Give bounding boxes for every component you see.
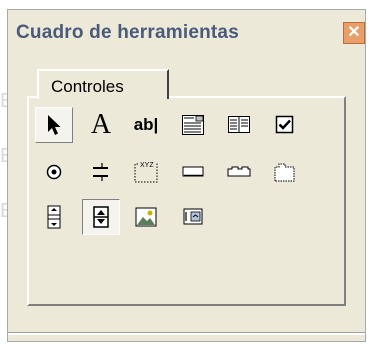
toolbox-window: Cuadro de herramientas ✕ Controles A ab| (7, 9, 366, 342)
textbox-icon: ab| (133, 115, 159, 134)
window-bottom-edge (8, 332, 365, 335)
textbox-tool-button[interactable]: ab| (127, 107, 165, 143)
frame-tool-button[interactable]: XYZ (127, 154, 165, 190)
listbox-icon (228, 116, 250, 133)
tab-label: Controles (51, 77, 124, 96)
close-button[interactable]: ✕ (343, 22, 365, 44)
tabstrip-icon (227, 166, 251, 177)
command-button-icon (182, 166, 204, 177)
refedit-icon (183, 208, 203, 225)
multipage-icon (274, 163, 295, 182)
toggle-button-tool-button[interactable] (82, 154, 120, 190)
scrollbar-tool-button[interactable] (35, 199, 73, 235)
image-icon (135, 207, 157, 227)
title-bar[interactable]: Cuadro de herramientas ✕ (8, 10, 365, 50)
spinbutton-icon (93, 206, 109, 228)
listbox-tool-button[interactable] (220, 107, 258, 143)
refedit-tool-button[interactable] (174, 199, 212, 235)
checkbox-tool-button[interactable] (266, 107, 304, 143)
multipage-tool-button[interactable] (266, 154, 304, 190)
toggle-button-icon (93, 163, 108, 181)
tabstrip-tool-button[interactable] (220, 154, 258, 190)
tab-controles[interactable]: Controles (37, 69, 169, 99)
command-button-tool-button[interactable] (174, 154, 212, 190)
scrollbar-icon (47, 205, 61, 229)
frame-icon: XYZ (134, 162, 158, 183)
label-tool-button[interactable]: A (82, 107, 120, 143)
label-icon: A (90, 109, 112, 140)
spinbutton-tool-button[interactable] (82, 199, 120, 235)
option-button-tool-button[interactable] (35, 154, 73, 190)
select-pointer-icon (48, 115, 61, 135)
option-button-icon (46, 164, 62, 180)
image-tool-button[interactable] (127, 199, 165, 235)
frame-icon-text: XYZ (140, 162, 154, 169)
combobox-icon (182, 115, 204, 135)
window-title: Cuadro de herramientas (16, 22, 239, 43)
select-objects-button[interactable] (35, 107, 73, 143)
checkbox-icon (275, 115, 294, 134)
close-icon: ✕ (347, 24, 361, 41)
combobox-tool-button[interactable] (174, 107, 212, 143)
